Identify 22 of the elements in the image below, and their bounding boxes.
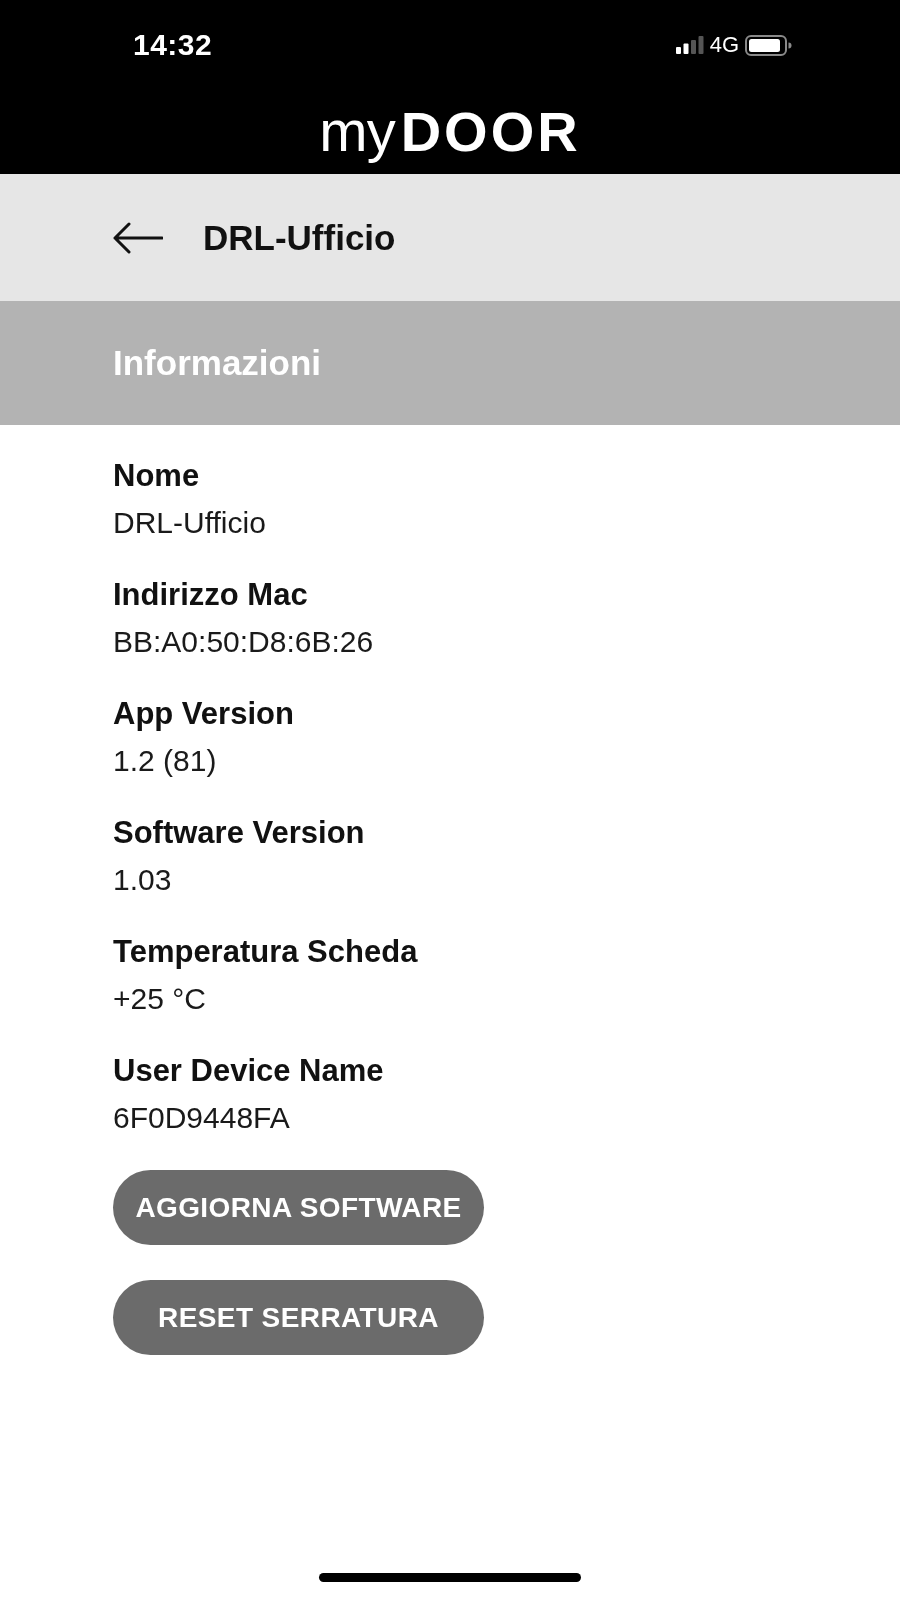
signal-icon	[675, 36, 704, 54]
field-label: Indirizzo Mac	[113, 577, 308, 613]
field-value: DRL-Ufficio	[113, 505, 266, 541]
field-label: Software Version	[113, 815, 365, 851]
arrow-left-icon	[113, 221, 163, 254]
battery-icon	[745, 34, 792, 56]
field-label: App Version	[113, 696, 294, 732]
action-button[interactable]: RESET SERRATURA	[113, 1280, 484, 1355]
field-value: 6F0D9448FA	[113, 1100, 290, 1136]
action-button[interactable]: AGGIORNA SOFTWARE	[113, 1170, 484, 1245]
page-title: DRL-Ufficio	[203, 217, 396, 258]
field-value: +25 °C	[113, 981, 206, 1017]
network-type: 4G	[709, 32, 739, 58]
field-value: BB:A0:50:D8:6B:26	[113, 624, 374, 660]
field-label: User Device Name	[113, 1053, 384, 1089]
back-button[interactable]	[113, 221, 163, 254]
field-value: 1.2 (81)	[113, 743, 217, 779]
field-label: Nome	[113, 458, 200, 494]
section-title: Informazioni	[113, 343, 322, 383]
field-label: Temperatura Scheda	[113, 934, 418, 970]
status-time: 14:32	[133, 28, 213, 62]
field-value: 1.03	[113, 862, 172, 898]
